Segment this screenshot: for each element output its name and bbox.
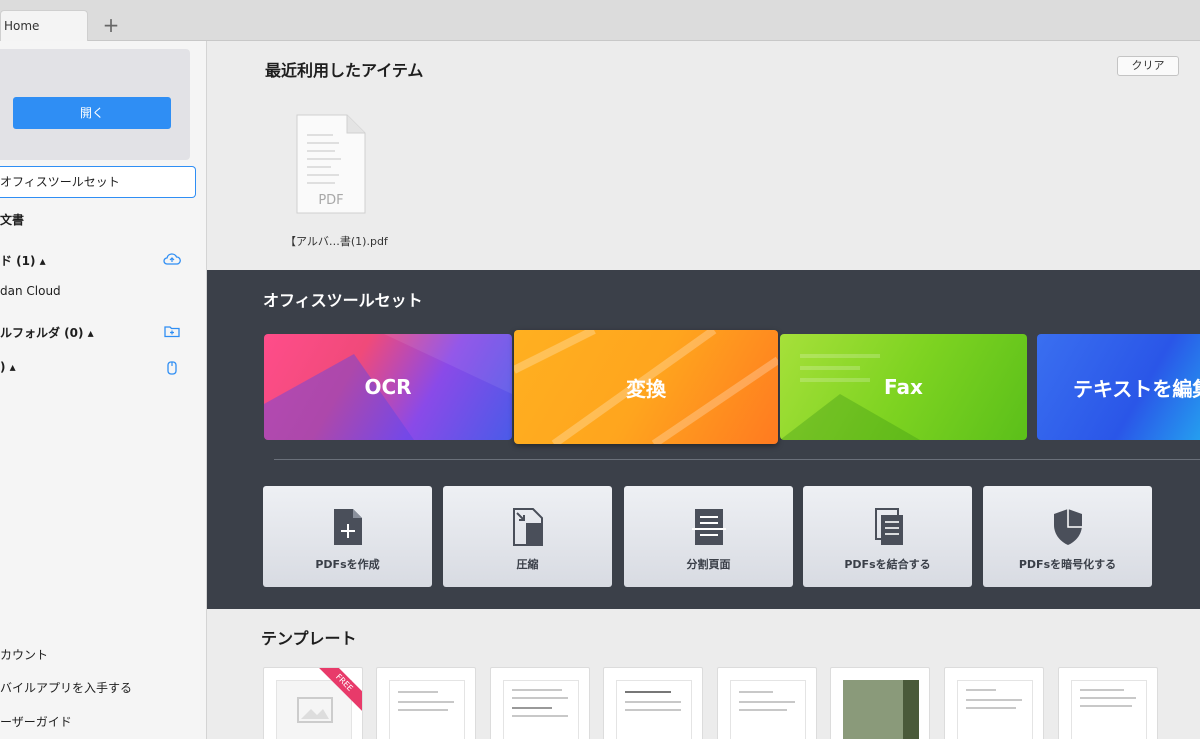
compress-label: 圧縮 bbox=[516, 558, 539, 571]
tab-bar: Home + bbox=[0, 0, 1200, 41]
device-add-icon[interactable] bbox=[163, 360, 181, 376]
tab-home[interactable]: Home bbox=[0, 10, 88, 41]
template-card[interactable]: FREE bbox=[263, 667, 363, 739]
open-panel: 開く bbox=[0, 49, 190, 160]
compress-button[interactable]: 圧縮 bbox=[443, 486, 612, 587]
merge-pdf-button[interactable]: PDFsを結合する bbox=[803, 486, 972, 587]
cloud-upload-icon[interactable] bbox=[163, 252, 181, 268]
add-tab-button[interactable]: + bbox=[100, 12, 122, 38]
shield-icon bbox=[1054, 509, 1082, 545]
templates-title: テンプレート bbox=[261, 629, 357, 648]
recent-title: 最近利用したアイテム bbox=[265, 61, 424, 80]
ocr-card[interactable]: OCR bbox=[264, 334, 512, 440]
tools-divider bbox=[274, 459, 1200, 460]
convert-card[interactable]: 変換 bbox=[514, 330, 778, 444]
sidebar-item-cloud[interactable]: dan Cloud bbox=[0, 284, 61, 298]
sidebar: 開く オフィスツールセット 文書 ド (1) ▴ dan Cloud ルフォルダ… bbox=[0, 41, 207, 739]
open-button[interactable]: 開く bbox=[13, 97, 171, 129]
template-preview bbox=[389, 680, 465, 739]
template-card[interactable] bbox=[603, 667, 703, 739]
recent-section: 最近利用したアイテム クリア PDF 【アルバ…書(1).pdf bbox=[207, 41, 1200, 270]
template-preview bbox=[730, 680, 806, 739]
ocr-label: OCR bbox=[364, 375, 412, 399]
tools-title: オフィスツールセット bbox=[263, 291, 423, 310]
sidebar-item-user-guide[interactable]: ーザーガイド bbox=[0, 713, 72, 730]
template-card[interactable] bbox=[944, 667, 1044, 739]
template-preview bbox=[843, 680, 919, 739]
create-pdf-button[interactable]: PDFsを作成 bbox=[263, 486, 432, 587]
template-preview bbox=[503, 680, 579, 739]
sidebar-item-mobile-app[interactable]: バイルアプリを入手する bbox=[0, 679, 132, 696]
recent-file-name[interactable]: 【アルバ…書(1).pdf bbox=[285, 233, 388, 249]
clear-button[interactable]: クリア bbox=[1117, 56, 1179, 76]
template-preview bbox=[1071, 680, 1147, 739]
templates-section: テンプレート FREE bbox=[207, 609, 1200, 739]
template-preview bbox=[616, 680, 692, 739]
encrypt-pdf-button[interactable]: PDFsを暗号化する bbox=[983, 486, 1152, 587]
office-tools-section: オフィスツールセット OCR 変換 Fax テキストを編集 PDFsを作成 圧縮… bbox=[207, 270, 1200, 609]
edit-text-label: テキストを編集 bbox=[1073, 376, 1200, 401]
recent-file-thumbnail[interactable]: PDF bbox=[295, 113, 367, 215]
sidebar-section-local-folders[interactable]: ルフォルダ (0) ▴ bbox=[0, 324, 94, 341]
folder-add-icon[interactable] bbox=[163, 324, 181, 340]
template-card[interactable] bbox=[376, 667, 476, 739]
split-page-button[interactable]: 分割頁面 bbox=[624, 486, 793, 587]
merge-pdf-label: PDFsを結合する bbox=[844, 558, 931, 571]
template-preview bbox=[957, 680, 1033, 739]
sidebar-item-documents[interactable]: 文書 bbox=[0, 211, 24, 228]
split-page-icon bbox=[692, 509, 726, 545]
template-card[interactable] bbox=[490, 667, 590, 739]
file-plus-icon bbox=[334, 509, 362, 545]
template-card[interactable] bbox=[830, 667, 930, 739]
fax-card[interactable]: Fax bbox=[780, 334, 1027, 440]
edit-text-card[interactable]: テキストを編集 bbox=[1037, 334, 1200, 440]
fax-label: Fax bbox=[884, 375, 923, 399]
convert-label: 変換 bbox=[626, 376, 666, 401]
sidebar-item-label: オフィスツールセット bbox=[0, 175, 120, 189]
template-card[interactable] bbox=[1058, 667, 1158, 739]
sidebar-section-cloud[interactable]: ド (1) ▴ bbox=[0, 252, 46, 269]
create-pdf-label: PDFsを作成 bbox=[315, 558, 380, 571]
sidebar-item-office-toolset[interactable]: オフィスツールセット bbox=[0, 166, 196, 198]
sidebar-item-account[interactable]: カウント bbox=[0, 646, 48, 663]
sidebar-section-devices[interactable]: ) ▴ bbox=[0, 360, 16, 374]
split-page-label: 分割頁面 bbox=[686, 558, 731, 571]
pdf-type-label: PDF bbox=[318, 193, 344, 208]
template-card[interactable] bbox=[717, 667, 817, 739]
encrypt-pdf-label: PDFsを暗号化する bbox=[1018, 558, 1117, 571]
merge-icon bbox=[875, 508, 903, 545]
compress-icon bbox=[513, 508, 543, 546]
